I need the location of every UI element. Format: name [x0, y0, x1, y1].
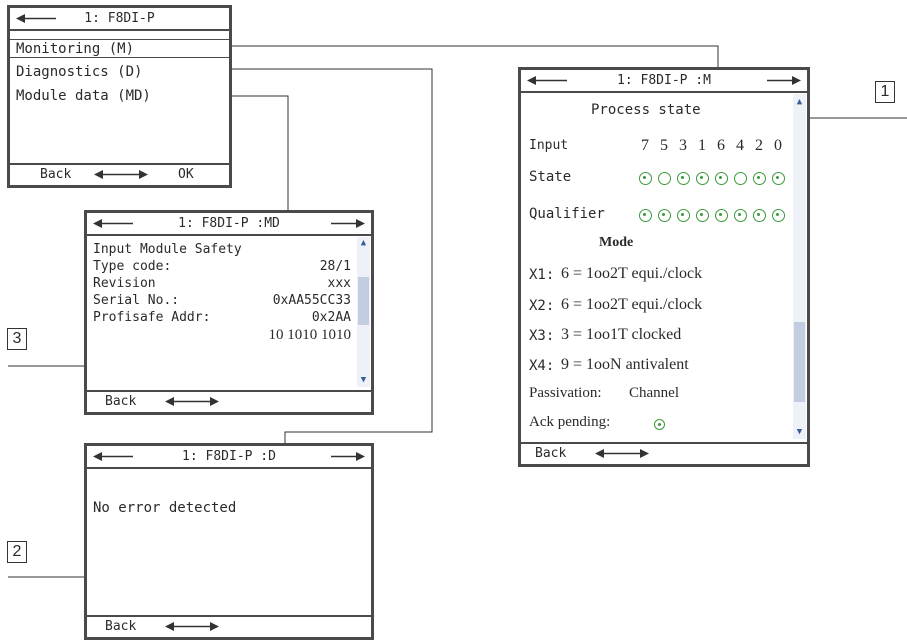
d-footer: Back [87, 615, 371, 637]
arrow-left-right-icon [94, 170, 148, 179]
m-passivation-label: Passivation: [529, 385, 602, 401]
menu-item-monitoring[interactable]: Monitoring (M) [10, 39, 229, 58]
state-led-icon [734, 172, 747, 185]
m-title: 1: F8DI-P :M [617, 73, 711, 88]
diagnostics-screen: 1: F8DI-P :D No error detected Back [84, 443, 374, 640]
scroll-up-icon[interactable]: ▲ [357, 237, 370, 250]
m-title-bar: 1: F8DI-P :M [521, 70, 807, 93]
qualifier-led-icon [753, 209, 766, 222]
arrow-left-right-icon [165, 622, 219, 631]
callout-1: 1 [875, 81, 895, 103]
input-number: 5 [660, 137, 668, 154]
state-led-icon [696, 172, 709, 185]
m-mode-heading: Mode [599, 235, 634, 250]
ok-button[interactable]: OK [178, 165, 194, 184]
qualifier-led-icon [772, 209, 785, 222]
back-button[interactable]: Back [535, 444, 566, 463]
scroll-down-icon[interactable]: ▼ [357, 374, 370, 387]
input-number: 4 [736, 137, 744, 154]
back-button[interactable]: Back [105, 392, 136, 411]
arrow-right-icon [331, 452, 365, 461]
qualifier-led-icon [696, 209, 709, 222]
m-mode-x4-channel: X4: [529, 358, 555, 374]
qualifier-led-icon [715, 209, 728, 222]
menu-item-diagnostics[interactable]: Diagnostics (D) [10, 63, 229, 82]
m-state-label: State [529, 169, 572, 185]
m-mode-x4-text: 9 = 1ooN antivalent [561, 356, 689, 373]
md-footer: Back [87, 390, 371, 412]
md-binary-value: 10 1010 1010 [268, 327, 352, 343]
input-number: 3 [679, 137, 687, 154]
m-scrollbar[interactable]: ▲ ▼ [793, 94, 806, 439]
input-number: 2 [755, 137, 763, 154]
back-button[interactable]: Back [105, 617, 136, 636]
state-led-icon [772, 172, 785, 185]
arrow-right-icon [767, 76, 801, 85]
main-menu-screen: 1: F8DI-P Monitoring (M) Diagnostics (D)… [7, 5, 232, 188]
m-mode-x1-channel: X1: [529, 267, 555, 283]
state-led-row [639, 171, 791, 186]
arrow-left-right-icon [165, 397, 219, 406]
main-title: 1: F8DI-P [84, 11, 155, 26]
input-number: 1 [698, 137, 706, 154]
input-number: 0 [774, 137, 782, 154]
md-profisafe-value: 0x2AA [311, 310, 351, 325]
m-passivation-value: Channel [629, 385, 679, 401]
input-number: 7 [641, 137, 649, 154]
md-profisafe-label: Profisafe Addr: [93, 310, 211, 325]
main-title-bar: 1: F8DI-P [10, 8, 229, 31]
callout-2: 2 [7, 541, 27, 563]
m-mode-x3-text: 3 = 1oo1T clocked [561, 326, 682, 343]
md-serial-value: 0xAA55CC33 [272, 293, 351, 308]
state-led-icon [658, 172, 671, 185]
m-mode-x3-channel: X3: [529, 328, 555, 344]
state-led-icon [715, 172, 728, 185]
md-title: 1: F8DI-P :MD [178, 216, 280, 231]
md-scrollbar[interactable]: ▲ ▼ [357, 237, 370, 387]
ack-pending-led-icon [654, 419, 665, 430]
monitoring-screen: 1: F8DI-P :M Process state Input 7531642… [518, 67, 810, 467]
m-heading: Process state [591, 102, 701, 118]
state-led-icon [753, 172, 766, 185]
state-led-icon [639, 172, 652, 185]
m-mode-x2-text: 6 = 1oo2T equi./clock [561, 296, 703, 313]
scroll-up-icon[interactable]: ▲ [793, 96, 806, 109]
callout-3: 3 [7, 328, 27, 350]
scroll-thumb[interactable] [794, 322, 805, 402]
md-type-code-label: Type code: [93, 259, 172, 274]
d-title: 1: F8DI-P :D [182, 449, 276, 464]
qualifier-led-icon [677, 209, 690, 222]
module-data-screen: 1: F8DI-P :MD Input Module Safety Type c… [84, 210, 374, 415]
m-input-label: Input [529, 138, 569, 153]
d-title-bar: 1: F8DI-P :D [87, 446, 371, 469]
m-input-numbers: 75316420 [641, 137, 793, 155]
m-mode-x1-text: 6 = 1oo2T equi./clock [561, 265, 703, 282]
arrow-left-right-icon [595, 449, 649, 458]
md-serial-label: Serial No.: [93, 293, 180, 308]
md-type-code-value: 28/1 [319, 259, 351, 274]
m-ack-label: Ack pending: [529, 414, 611, 430]
input-number: 6 [717, 137, 725, 154]
qualifier-led-icon [734, 209, 747, 222]
m-footer: Back [521, 442, 807, 464]
menu-item-module-data[interactable]: Module data (MD) [10, 87, 229, 106]
d-message: No error detected [93, 500, 237, 516]
scroll-down-icon[interactable]: ▼ [793, 426, 806, 439]
m-ack-led [654, 417, 668, 432]
md-revision-value: xxx [327, 276, 351, 291]
md-revision-label: Revision [93, 276, 156, 291]
qualifier-led-icon [658, 209, 671, 222]
arrow-right-icon [331, 219, 365, 228]
qualifier-led-icon [639, 209, 652, 222]
state-led-icon [677, 172, 690, 185]
md-title-bar: 1: F8DI-P :MD [87, 213, 371, 236]
m-mode-x2-channel: X2: [529, 298, 555, 314]
connector-monitoring [170, 45, 719, 67]
main-footer: Back OK [10, 163, 229, 185]
scroll-thumb[interactable] [358, 277, 369, 325]
m-qualifier-label: Qualifier [529, 206, 605, 222]
qualifier-led-row [639, 208, 791, 223]
md-heading: Input Module Safety [93, 242, 242, 257]
back-button[interactable]: Back [40, 165, 71, 184]
